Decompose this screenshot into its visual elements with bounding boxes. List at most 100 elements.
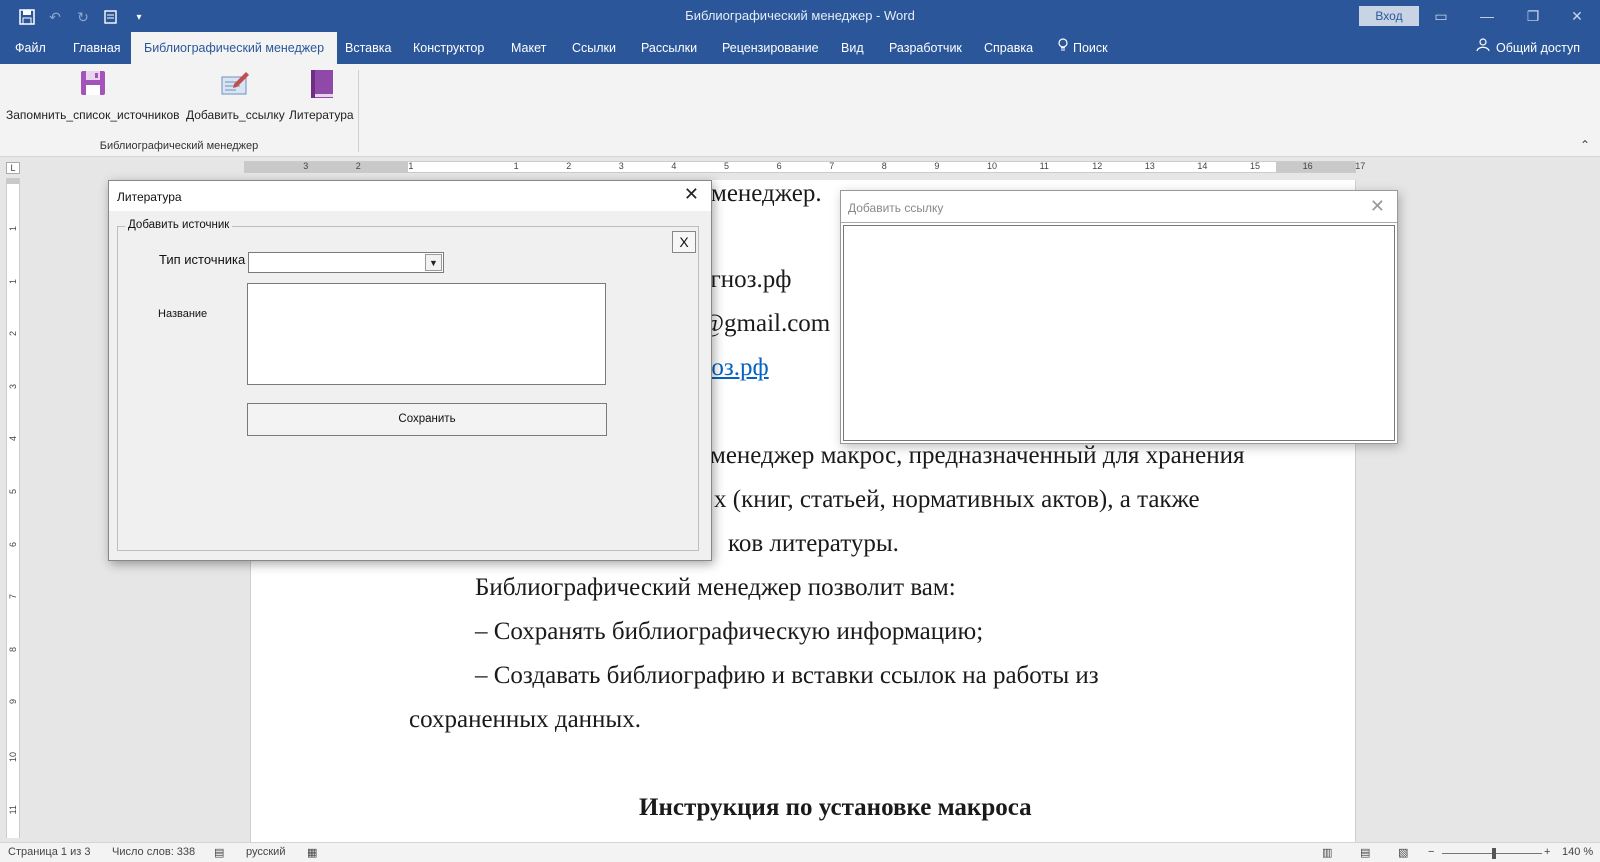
horizontal-ruler[interactable]: 3 2 1 1 2 3 4 5 6 7 8 9 10 11 12 13 14 15 16 17 bbox=[244, 161, 1365, 173]
tab-help[interactable]: Справка bbox=[971, 32, 1046, 64]
word-count[interactable]: Число слов: 338 bbox=[112, 846, 195, 858]
ruler-number: 7 bbox=[829, 161, 835, 171]
ruler-number: 6 bbox=[776, 161, 782, 171]
page-indicator[interactable]: Страница 1 из 3 bbox=[8, 846, 90, 858]
close-icon[interactable]: ✕ bbox=[1370, 196, 1385, 217]
literature-button[interactable]: Литература bbox=[289, 68, 354, 122]
literature-label: Литература bbox=[289, 108, 354, 122]
tab-insert[interactable]: Вставка bbox=[332, 32, 404, 64]
zoom-level[interactable]: 140 % bbox=[1562, 846, 1593, 858]
ruler-number: 2 bbox=[355, 161, 361, 171]
title-bar: ↶ ↻ ▾ Библиографический менеджер - Word … bbox=[0, 0, 1600, 32]
ribbon-group-label: Библиографический менеджер bbox=[99, 140, 259, 152]
minimize-icon[interactable]: — bbox=[1464, 4, 1510, 28]
tab-home[interactable]: Главная bbox=[60, 32, 134, 64]
frame-close-button[interactable]: X bbox=[672, 231, 696, 253]
doc-line: сохраненных данных. bbox=[409, 706, 641, 733]
ruler-number: 2 bbox=[566, 161, 572, 171]
ruler-margin-left bbox=[244, 162, 408, 172]
tab-bibliography-manager[interactable]: Библиографический менеджер bbox=[131, 32, 338, 64]
book-icon bbox=[306, 68, 336, 100]
ruler-number: 3 bbox=[618, 161, 624, 171]
zoom-slider-thumb[interactable] bbox=[1492, 848, 1496, 859]
ruler-number: 2 bbox=[8, 331, 18, 337]
ruler-number: 9 bbox=[8, 699, 18, 705]
ruler-number: 1 bbox=[513, 161, 519, 171]
add-link-button[interactable]: Добавить_ссылку bbox=[186, 68, 285, 122]
tab-view[interactable]: Вид bbox=[828, 32, 877, 64]
add-link-label: Добавить_ссылку bbox=[186, 108, 285, 122]
ruler-number: 3 bbox=[8, 383, 18, 389]
tab-references[interactable]: Ссылки bbox=[559, 32, 629, 64]
literature-dialog-title: Литература bbox=[117, 190, 182, 204]
zoom-in-icon[interactable]: + bbox=[1544, 846, 1550, 858]
doc-line: менеджер макрос, предназначенный для хра… bbox=[710, 442, 1245, 469]
ruler-number: 11 bbox=[8, 804, 18, 814]
tab-design[interactable]: Конструктор bbox=[400, 32, 497, 64]
edit-form-icon bbox=[220, 68, 250, 100]
doc-heading: Инструкция по установке макроса bbox=[639, 794, 1032, 821]
source-type-combobox[interactable]: ▼ bbox=[248, 252, 444, 273]
web-layout-icon[interactable]: ▧ bbox=[1398, 846, 1408, 859]
add-link-dialog-titlebar[interactable]: Добавить ссылку ✕ bbox=[841, 191, 1397, 223]
ruler-margin-top bbox=[7, 178, 19, 184]
doc-line: огноз.рф bbox=[698, 266, 792, 293]
ruler-margin-right bbox=[1276, 162, 1356, 172]
ruler-number: 1 bbox=[408, 161, 414, 171]
read-mode-icon[interactable]: ▥ bbox=[1322, 846, 1332, 859]
tab-file[interactable]: Файл bbox=[2, 32, 59, 64]
doc-line: х (книг, статьей, нормативных актов), а … bbox=[714, 486, 1200, 513]
ruler-number: 8 bbox=[881, 161, 887, 171]
vertical-ruler[interactable]: 1123456789101112 bbox=[6, 178, 20, 862]
close-window-icon[interactable]: ✕ bbox=[1554, 4, 1600, 28]
share-button[interactable]: Общий доступ bbox=[1476, 32, 1580, 64]
person-icon bbox=[1476, 32, 1490, 64]
tab-mailings[interactable]: Рассылки bbox=[628, 32, 710, 64]
floppy-save-icon bbox=[78, 68, 108, 100]
tab-selector[interactable]: L bbox=[6, 162, 20, 174]
collapse-ribbon-icon[interactable]: ⌃ bbox=[1580, 138, 1590, 152]
tab-layout[interactable]: Макет bbox=[498, 32, 559, 64]
login-button[interactable]: Вход bbox=[1359, 6, 1419, 26]
macro-record-icon[interactable]: ▦ bbox=[307, 846, 317, 859]
ribbon: Запомнить_список_источников Добавить_ссы… bbox=[0, 64, 1600, 157]
literature-dialog-titlebar[interactable]: Литература ✕ bbox=[109, 181, 711, 211]
save-button[interactable]: Сохранить bbox=[247, 403, 607, 436]
search-tab-label: Поиск bbox=[1073, 41, 1108, 55]
proofing-icon[interactable]: ▤ bbox=[214, 846, 224, 859]
restore-icon[interactable]: ❐ bbox=[1510, 4, 1556, 28]
add-link-dialog: Добавить ссылку ✕ bbox=[840, 190, 1398, 444]
tab-review[interactable]: Рецензирование bbox=[709, 32, 832, 64]
ruler-number: 3 bbox=[303, 161, 309, 171]
ruler-number: 17 bbox=[1355, 161, 1366, 171]
ruler-number: 7 bbox=[8, 594, 18, 600]
tab-developer[interactable]: Разработчик bbox=[876, 32, 975, 64]
ruler-number: 4 bbox=[8, 436, 18, 442]
ruler-number: 10 bbox=[8, 752, 18, 763]
title-label: Название bbox=[158, 308, 208, 320]
title-textarea[interactable] bbox=[247, 283, 606, 385]
ruler-number: 12 bbox=[1092, 161, 1103, 171]
add-link-dialog-title: Добавить ссылку bbox=[848, 201, 944, 215]
ribbon-tabs: Файл Главная Библиографический менеджер … bbox=[0, 32, 1600, 64]
add-source-frame-label: Добавить источник bbox=[125, 219, 233, 231]
ruler-number: 6 bbox=[8, 541, 18, 547]
save-sources-button[interactable]: Запомнить_список_источников bbox=[6, 68, 180, 122]
zoom-out-icon[interactable]: − bbox=[1428, 846, 1434, 858]
ruler-number: 13 bbox=[1144, 161, 1155, 171]
ruler-number: 14 bbox=[1197, 161, 1208, 171]
add-source-frame bbox=[117, 226, 699, 551]
chevron-down-icon[interactable]: ▼ bbox=[425, 254, 442, 271]
doc-line: менеджер. bbox=[711, 180, 822, 207]
close-icon[interactable]: ✕ bbox=[684, 184, 699, 205]
ribbon-display-icon[interactable]: ▭ bbox=[1418, 4, 1464, 28]
doc-line: – Сохранять библиографическую информацию… bbox=[475, 618, 984, 645]
lightbulb-icon bbox=[1057, 32, 1069, 64]
tab-search[interactable]: Поиск bbox=[1044, 32, 1121, 64]
source-type-label: Тип источника bbox=[159, 252, 246, 267]
doc-line: ков литературы. bbox=[728, 530, 899, 557]
print-layout-icon[interactable]: ▤ bbox=[1360, 846, 1370, 859]
language-indicator[interactable]: русский bbox=[246, 846, 285, 858]
ruler-number: 9 bbox=[934, 161, 940, 171]
group-separator bbox=[358, 70, 359, 152]
